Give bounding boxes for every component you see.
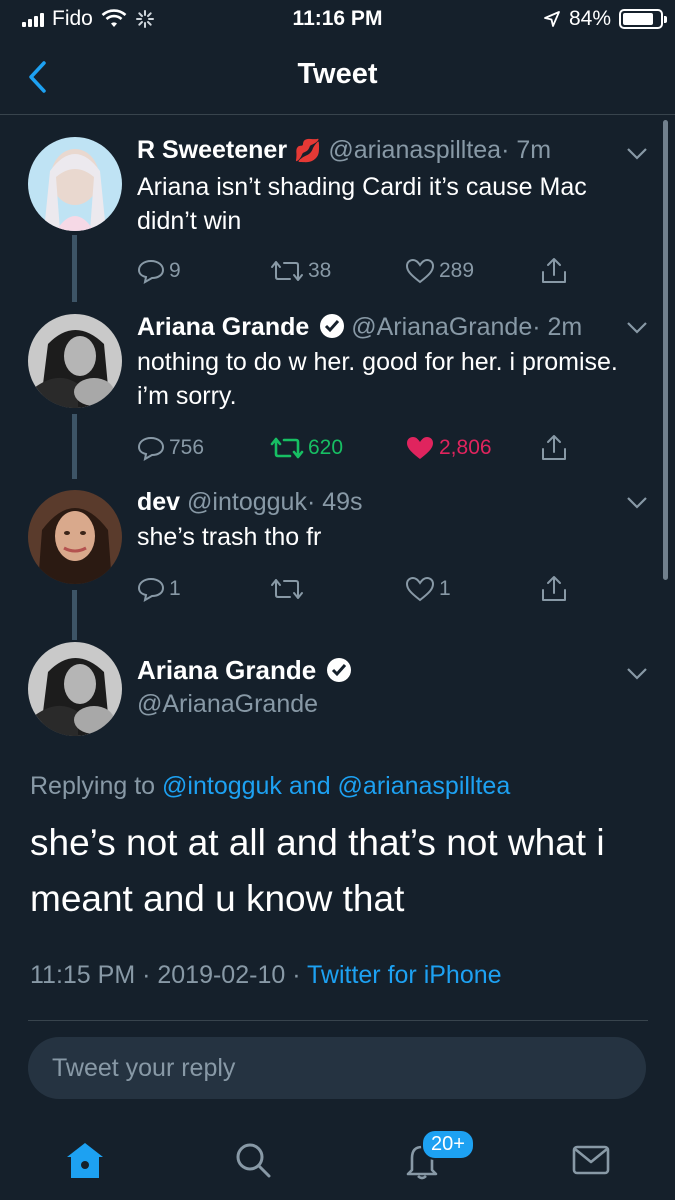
thread-tweet[interactable]: Ariana Grande @ArianaGrande· 2m nothing … — [0, 240, 675, 479]
heart-icon — [405, 258, 435, 284]
share-icon — [542, 435, 566, 460]
mention-link[interactable]: @intogguk — [162, 772, 282, 800]
reply-box[interactable] — [28, 1037, 646, 1099]
share-icon — [542, 258, 566, 283]
thread-connector — [72, 590, 77, 640]
main-tweet-text: she’s not at all and that’s not what i m… — [30, 822, 605, 919]
avatar[interactable] — [28, 137, 122, 231]
status-bar: Fido 11:16 PM 84% — [0, 0, 675, 40]
retweet-icon — [270, 437, 304, 459]
reply-count: 1 — [169, 577, 181, 600]
reply-icon — [137, 436, 165, 461]
status-right: 84% — [543, 7, 667, 31]
retweet-button[interactable] — [270, 572, 308, 606]
avatar[interactable] — [28, 642, 122, 736]
tweet-time: · 7m — [501, 136, 552, 164]
replying-to: Replying to @intogguk and @arianaspillte… — [30, 772, 510, 801]
retweet-icon — [271, 579, 303, 599]
tab-bar: 20+ — [0, 1115, 675, 1200]
tweet-meta: 11:15 PM · 2019-02-10 · Twitter for iPho… — [30, 961, 502, 990]
user-handle[interactable]: @arianaspilltea — [328, 136, 501, 164]
avatar[interactable] — [28, 314, 122, 408]
page-title: Tweet — [297, 58, 378, 90]
share-button[interactable] — [539, 572, 569, 606]
display-name[interactable]: Ariana Grande — [137, 313, 309, 341]
retweet-button[interactable]: 620 — [270, 431, 343, 465]
chevron-down-icon[interactable] — [625, 146, 649, 162]
retweet-icon — [271, 261, 303, 281]
tweet-actions: 9 38 289 — [137, 254, 577, 288]
notification-badge: 20+ — [421, 1129, 475, 1160]
verified-badge-icon — [320, 314, 345, 338]
retweet-count: 38 — [308, 259, 332, 282]
heart-icon — [407, 437, 433, 459]
display-name[interactable]: dev — [137, 488, 180, 516]
retweet-count: 620 — [308, 436, 344, 459]
reply-count: 756 — [169, 436, 205, 459]
chevron-down-icon[interactable] — [625, 320, 649, 336]
location-arrow-icon — [544, 11, 560, 27]
battery-percent: 84% — [568, 7, 611, 30]
like-count: 2,806 — [439, 436, 492, 459]
heart-icon — [405, 576, 435, 602]
tab-notifications[interactable]: 20+ — [397, 1129, 475, 1185]
tweet-text: nothing to do w her. good for her. i pro… — [137, 348, 618, 410]
like-button[interactable]: 2,806 — [405, 431, 492, 465]
tweet-header: Ariana Grande @ArianaGrande· 2m — [137, 313, 582, 342]
thread-tweet[interactable]: dev @intogguk· 49s she’s trash tho fr 1 … — [0, 478, 675, 640]
thread-tweet[interactable]: R Sweetener 💋 @arianaspilltea· 7m Ariana… — [0, 120, 675, 302]
like-count: 289 — [439, 259, 475, 282]
tweet-time: · 49s — [306, 488, 363, 516]
main-user-handle[interactable]: @ArianaGrande — [137, 690, 318, 719]
display-name[interactable]: R Sweetener — [137, 136, 287, 164]
chevron-down-icon[interactable] — [625, 666, 649, 682]
mention-link[interactable]: @arianaspilltea — [338, 772, 511, 800]
like-button[interactable]: 289 — [405, 254, 474, 288]
like-button[interactable]: 1 — [405, 572, 451, 606]
verified-badge-icon — [327, 658, 352, 682]
replying-prefix: Replying to — [30, 772, 163, 800]
tweet-actions: 1 1 — [137, 572, 577, 606]
lips-emoji: 💋 — [294, 138, 322, 163]
avatar[interactable] — [28, 490, 122, 584]
reply-button[interactable]: 9 — [137, 254, 181, 288]
search-icon — [236, 1143, 271, 1178]
display-name: Ariana Grande — [137, 655, 317, 685]
retweet-button[interactable]: 38 — [270, 254, 331, 288]
tweet-header: R Sweetener 💋 @arianaspilltea· 7m — [137, 136, 551, 165]
tweet-text: she’s trash tho fr — [137, 523, 322, 551]
user-handle[interactable]: @intogguk — [187, 488, 307, 516]
share-button[interactable] — [539, 254, 569, 288]
reply-button[interactable]: 1 — [137, 572, 181, 606]
reply-button[interactable]: 756 — [137, 431, 204, 465]
reply-count: 9 — [169, 259, 181, 282]
user-handle[interactable]: @ArianaGrande — [351, 313, 532, 341]
tweet-timestamp: 11:15 PM · 2019-02-10 · — [30, 961, 308, 989]
share-button[interactable] — [539, 431, 569, 465]
reply-icon — [137, 577, 165, 602]
tweet-time: · 2m — [532, 313, 583, 341]
thread-connector — [72, 240, 77, 292]
reply-icon — [137, 259, 165, 284]
divider — [28, 1020, 648, 1021]
reply-input[interactable] — [28, 1037, 646, 1099]
share-icon — [542, 576, 566, 601]
replying-and[interactable]: and — [282, 772, 338, 800]
tweet-text: Ariana isn’t shading Cardi it’s cause Ma… — [137, 173, 587, 235]
chevron-down-icon[interactable] — [625, 495, 649, 511]
tweet-header: dev @intogguk· 49s — [137, 488, 363, 517]
like-count: 1 — [439, 577, 451, 600]
main-display-name[interactable]: Ariana Grande — [137, 655, 352, 686]
tab-messages[interactable] — [566, 1135, 616, 1185]
tweet-source-link[interactable]: Twitter for iPhone — [307, 961, 502, 989]
nav-bar: Tweet — [0, 40, 675, 115]
mail-icon — [572, 1145, 610, 1175]
thread-connector — [72, 414, 77, 479]
tab-search[interactable] — [228, 1135, 278, 1185]
tab-home[interactable] — [60, 1135, 110, 1185]
tweet-actions: 756 620 2,806 — [137, 431, 577, 465]
home-icon — [67, 1143, 103, 1178]
battery-icon — [619, 9, 667, 29]
